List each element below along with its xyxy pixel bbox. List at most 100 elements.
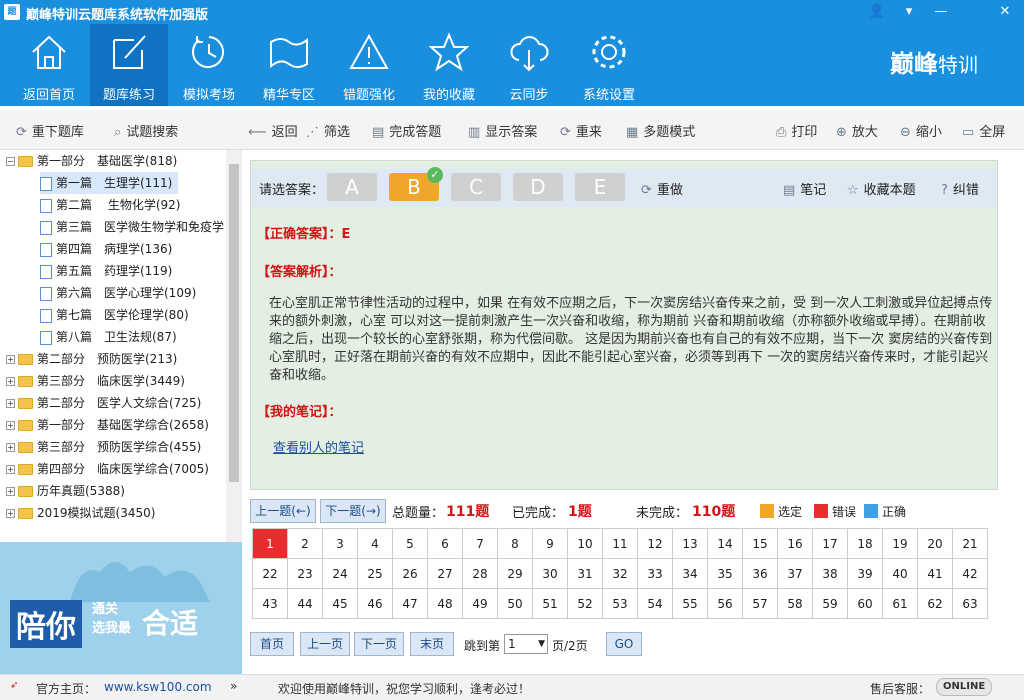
question-cell[interactable]: 62	[917, 588, 953, 619]
first-page-button[interactable]: 首页	[250, 632, 294, 656]
tree-node[interactable]: 第五篇 药理学(119)	[40, 260, 172, 282]
question-cell[interactable]: 44	[287, 588, 323, 619]
go-button[interactable]: GO	[606, 632, 642, 656]
question-cell[interactable]: 37	[777, 558, 813, 589]
nav-featured[interactable]: 精华专区	[250, 24, 328, 106]
nav-practice[interactable]: 题库练习	[90, 24, 168, 106]
question-cell[interactable]: 29	[497, 558, 533, 589]
question-cell[interactable]: 25	[357, 558, 393, 589]
prev-question-button[interactable]: 上一题(←)	[250, 499, 316, 523]
question-cell[interactable]: 58	[777, 588, 813, 619]
question-cell[interactable]: 14	[707, 528, 743, 559]
tree-node[interactable]: 第三篇 医学微生物学和免疫学	[40, 216, 224, 238]
question-cell[interactable]: 26	[392, 558, 428, 589]
question-cell[interactable]: 8	[497, 528, 533, 559]
question-cell[interactable]: 55	[672, 588, 708, 619]
show-answer-button[interactable]: ▥ 显示答案	[468, 121, 537, 140]
favorite-button[interactable]: ☆ 收藏本题	[847, 179, 916, 198]
question-cell[interactable]: 61	[882, 588, 918, 619]
minimize-icon[interactable]: —	[930, 3, 952, 21]
scroll-thumb[interactable]	[229, 164, 239, 482]
question-cell[interactable]: 7	[462, 528, 498, 559]
question-cell[interactable]: 21	[952, 528, 988, 559]
question-cell[interactable]: 41	[917, 558, 953, 589]
online-service-button[interactable]: ONLINE	[936, 678, 993, 696]
nav-favorites[interactable]: 我的收藏	[410, 24, 488, 106]
nav-home[interactable]: 返回首页	[10, 24, 88, 106]
next-page-button[interactable]: 下一页	[354, 632, 404, 656]
tree-scrollbar[interactable]	[226, 150, 242, 542]
tree-node[interactable]: + 第三部分 预防医学综合(455)	[6, 436, 201, 458]
question-cell[interactable]: 16	[777, 528, 813, 559]
prev-page-button[interactable]: 上一页	[300, 632, 350, 656]
nav-settings[interactable]: 系统设置	[570, 24, 648, 106]
question-cell[interactable]: 52	[567, 588, 603, 619]
question-cell[interactable]: 42	[952, 558, 988, 589]
question-cell[interactable]: 57	[742, 588, 778, 619]
question-cell[interactable]: 33	[637, 558, 673, 589]
question-cell[interactable]: 39	[847, 558, 883, 589]
tree-node[interactable]: + 第三部分 临床医学(3449)	[6, 370, 185, 392]
question-cell[interactable]: 59	[812, 588, 848, 619]
search-button[interactable]: ⌕ 试题搜索	[114, 121, 178, 140]
promo-banner[interactable]: 陪你 通关 选我最 合适	[0, 542, 242, 674]
redo-button[interactable]: ⟳ 重做	[641, 179, 683, 198]
tree-node[interactable]: + 历年真题(5388)	[6, 480, 125, 502]
tree-node[interactable]: − 第一部分 基础医学(818)	[6, 150, 177, 172]
back-button[interactable]: ⟵ 返回	[248, 121, 298, 140]
filter-button[interactable]: ⋰ 筛选	[306, 121, 350, 140]
zoom-in-button[interactable]: ⊕ 放大	[836, 121, 878, 140]
option-a-button[interactable]: A	[327, 173, 377, 201]
question-cell[interactable]: 2	[287, 528, 323, 559]
close-icon[interactable]: ✕	[994, 3, 1016, 21]
question-cell[interactable]: 50	[497, 588, 533, 619]
tree-node[interactable]: +2019模拟试题(3450)	[6, 502, 155, 524]
question-cell[interactable]: 32	[602, 558, 638, 589]
nav-exam[interactable]: 模拟考场	[170, 24, 248, 106]
question-cell[interactable]: 13	[672, 528, 708, 559]
question-cell[interactable]: 17	[812, 528, 848, 559]
question-cell[interactable]: 10	[567, 528, 603, 559]
question-cell[interactable]: 9	[532, 528, 568, 559]
question-cell[interactable]: 35	[707, 558, 743, 589]
tree-node[interactable]: + 第二部分 预防医学(213)	[6, 348, 177, 370]
note-button[interactable]: ▤ 笔记	[783, 179, 826, 198]
question-cell[interactable]: 49	[462, 588, 498, 619]
question-cell[interactable]: 19	[882, 528, 918, 559]
question-cell[interactable]: 1	[252, 528, 288, 559]
question-cell[interactable]: 24	[322, 558, 358, 589]
question-cell[interactable]: 28	[462, 558, 498, 589]
nav-wrong[interactable]: 错题强化	[330, 24, 408, 106]
question-cell[interactable]: 18	[847, 528, 883, 559]
tree-node[interactable]: 第六篇 医学心理学(109)	[40, 282, 196, 304]
multi-mode-button[interactable]: ▦ 多题模式	[626, 121, 695, 140]
page-select[interactable]: 1 ▼	[504, 634, 548, 654]
question-cell[interactable]: 15	[742, 528, 778, 559]
next-question-button[interactable]: 下一题(→)	[320, 499, 386, 523]
nav-sync[interactable]: 云同步	[490, 24, 568, 106]
question-cell[interactable]: 34	[672, 558, 708, 589]
zoom-out-button[interactable]: ⊖ 缩小	[900, 121, 942, 140]
tree-node[interactable]: 第七篇 医学伦理学(80)	[40, 304, 189, 326]
question-cell[interactable]: 53	[602, 588, 638, 619]
question-cell[interactable]: 22	[252, 558, 288, 589]
question-cell[interactable]: 38	[812, 558, 848, 589]
menu-icon[interactable]: ▾	[898, 3, 920, 21]
question-cell[interactable]: 36	[742, 558, 778, 589]
question-cell[interactable]: 31	[567, 558, 603, 589]
question-cell[interactable]: 5	[392, 528, 428, 559]
last-page-button[interactable]: 末页	[410, 632, 454, 656]
question-cell[interactable]: 51	[532, 588, 568, 619]
redownload-button[interactable]: ⟳ 重下题库	[16, 121, 84, 140]
question-cell[interactable]: 45	[322, 588, 358, 619]
option-c-button[interactable]: C	[451, 173, 501, 201]
tree-node[interactable]: 第二篇 生物化学(92)	[40, 194, 180, 216]
question-cell[interactable]: 54	[637, 588, 673, 619]
question-cell[interactable]: 30	[532, 558, 568, 589]
question-cell[interactable]: 63	[952, 588, 988, 619]
correction-button[interactable]: ? 纠错	[941, 179, 979, 198]
others-note-link[interactable]: 查看别人的笔记	[273, 437, 364, 456]
question-cell[interactable]: 47	[392, 588, 428, 619]
tree-node[interactable]: 第四篇 病理学(136)	[40, 238, 172, 260]
question-cell[interactable]: 11	[602, 528, 638, 559]
